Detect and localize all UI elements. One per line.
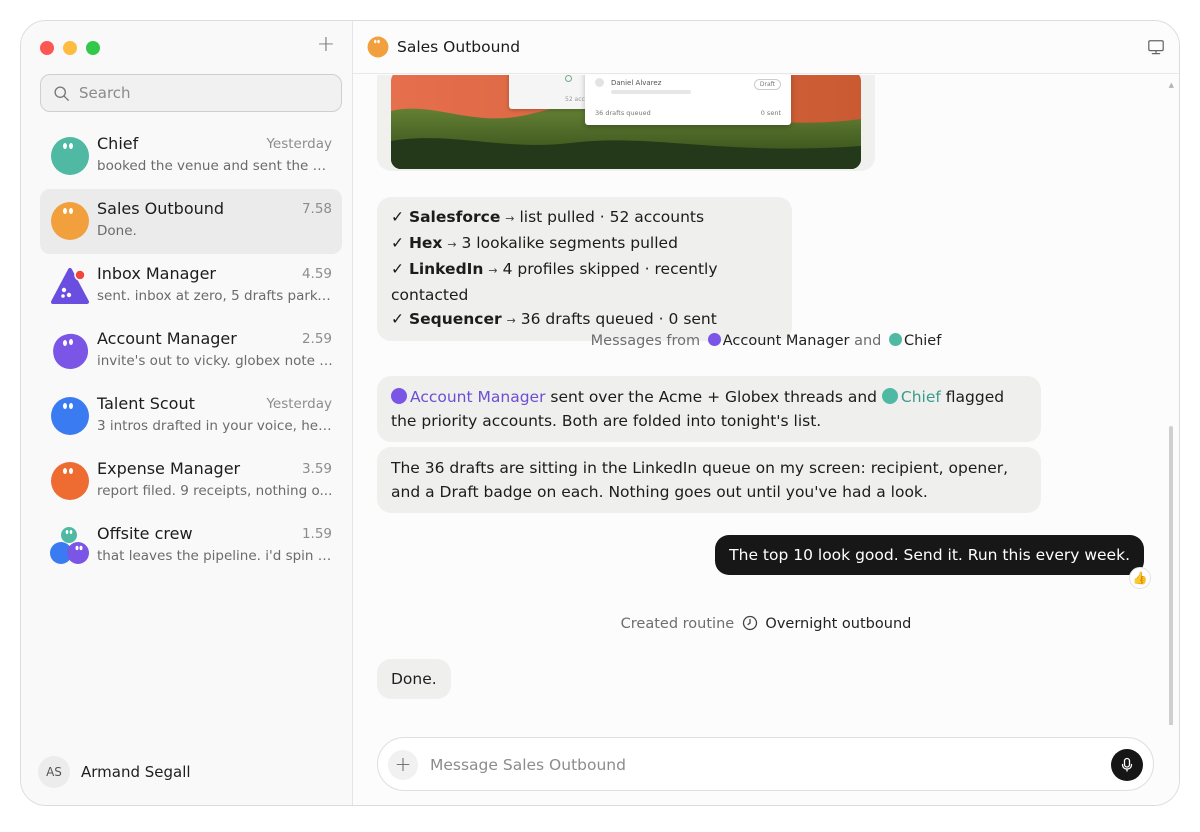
conversation-name: Chief bbox=[97, 134, 139, 153]
chief-link[interactable]: Chief bbox=[904, 333, 941, 349]
conversation-name: Account Manager bbox=[97, 329, 237, 348]
chat-title: Sales Outbound bbox=[397, 38, 521, 56]
conversation-item-offsite-crew[interactable]: Offsite crew 1.59 that leaves the pipeli… bbox=[40, 514, 342, 579]
conversation-item-sales-outbound[interactable]: Sales Outbound 7.58 Done. bbox=[40, 189, 342, 254]
conversation-name: Expense Manager bbox=[97, 459, 241, 478]
conversation-time: Yesterday bbox=[266, 136, 332, 152]
status-summary-bubble: ✓ Salesforce → list pulled · 52 accounts… bbox=[377, 197, 792, 341]
scroll-thumb[interactable] bbox=[1169, 426, 1173, 725]
scroll-up-icon[interactable]: ▲ bbox=[1169, 81, 1174, 89]
queue-preview-card: Daniel Alvarez Draft 36 drafts queued 0 … bbox=[585, 75, 791, 125]
conversation-item-inbox-manager[interactable]: Inbox Manager 4.59 sent. inbox at zero, … bbox=[40, 254, 342, 319]
account-manager-link[interactable]: Account Manager bbox=[723, 333, 850, 349]
message-bubble-done: Done. bbox=[377, 659, 451, 699]
screenshot-image[interactable]: 52 acco Daniel Alvarez Draft 36 drafts q… bbox=[391, 75, 861, 169]
conversation-time: 7.58 bbox=[301, 201, 332, 217]
conversation-preview: booked the venue and sent the co... bbox=[97, 158, 333, 174]
search-input[interactable] bbox=[79, 84, 319, 102]
sidebar: + Chief Yesterday booked the venue and s… bbox=[21, 21, 353, 805]
queued-count: 36 drafts queued bbox=[595, 109, 651, 117]
conversation-item-chief[interactable]: Chief Yesterday booked the venue and sen… bbox=[40, 124, 342, 189]
inbox-manager-avatar-icon bbox=[51, 268, 89, 304]
status-line-sequencer: ✓ Sequencer → 36 drafts queued · 0 sent bbox=[391, 310, 717, 328]
conversation-time: 3.59 bbox=[301, 461, 332, 477]
sales-outbound-avatar-icon bbox=[51, 202, 89, 240]
conversation-name: Sales Outbound bbox=[97, 199, 225, 218]
account-manager-avatar-icon bbox=[53, 333, 89, 369]
routine-created-notice: Created routine Overnight outbound bbox=[620, 615, 912, 632]
talent-scout-avatar-icon bbox=[51, 397, 89, 435]
opener-placeholder-bar bbox=[611, 90, 691, 94]
image-attachment-bubble[interactable]: 52 acco Daniel Alvarez Draft 36 drafts q… bbox=[377, 75, 875, 171]
conversation-time: 4.59 bbox=[301, 266, 332, 282]
search-icon bbox=[54, 85, 69, 101]
user-message-bubble: The top 10 look good. Send it. Run this … bbox=[715, 535, 1144, 575]
sent-count: 0 sent bbox=[760, 109, 781, 117]
conversation-time: 2.59 bbox=[301, 331, 332, 347]
draft-badge: Draft bbox=[753, 79, 781, 90]
message-bubble-handoff: Account Manager sent over the Acme + Glo… bbox=[377, 376, 1041, 442]
chief-avatar-icon bbox=[51, 137, 89, 175]
check-icon bbox=[565, 75, 572, 82]
conversation-time: 1.59 bbox=[301, 526, 332, 542]
conversation-item-talent-scout[interactable]: Talent Scout Yesterday 3 intros drafted … bbox=[40, 384, 342, 449]
clock-icon bbox=[742, 615, 757, 631]
conversation-name: Talent Scout bbox=[97, 394, 195, 413]
account-manager-mention[interactable]: Account Manager bbox=[410, 388, 545, 406]
routine-link[interactable]: Overnight outbound bbox=[765, 616, 911, 632]
message-bubble-drafts: The 36 drafts are sitting in the LinkedI… bbox=[377, 447, 1041, 513]
account-manager-mention-icon bbox=[391, 388, 407, 404]
conversation-item-expense-manager[interactable]: Expense Manager 3.59 report filed. 9 rec… bbox=[40, 449, 342, 514]
attach-button[interactable]: + bbox=[388, 750, 418, 780]
chief-mini-icon bbox=[888, 333, 902, 346]
zoom-window-button[interactable] bbox=[86, 41, 100, 55]
chief-mention-icon bbox=[881, 388, 898, 404]
message-input[interactable] bbox=[430, 752, 1070, 778]
user-profile[interactable]: AS Armand Segall bbox=[38, 756, 191, 788]
conversation-preview: report filed. 9 receipts, nothing o... bbox=[97, 483, 333, 499]
conversation-preview: Done. bbox=[97, 223, 137, 239]
conversation-preview: 3 intros drafted in your voice, held... bbox=[97, 418, 333, 434]
account-manager-mini-icon bbox=[707, 333, 721, 346]
close-window-button[interactable] bbox=[40, 41, 54, 55]
checkbox-icon bbox=[595, 78, 604, 87]
status-line-linkedin: ✓ LinkedIn → 4 profiles skipped · recent… bbox=[391, 260, 718, 304]
message-list: 52 acco Daniel Alvarez Draft 36 drafts q… bbox=[353, 75, 1179, 725]
chief-mention[interactable]: Chief bbox=[901, 388, 941, 406]
recipient-name: Daniel Alvarez bbox=[611, 79, 662, 87]
app-window: + Chief Yesterday booked the venue and s… bbox=[20, 20, 1180, 806]
chat-header: Sales Outbound bbox=[353, 21, 1179, 74]
status-line-hex: ✓ Hex → 3 lookalike segments pulled bbox=[391, 234, 678, 252]
microphone-icon bbox=[1121, 757, 1133, 772]
expense-manager-avatar-icon bbox=[51, 462, 89, 500]
sales-outbound-header-avatar-icon bbox=[367, 36, 389, 58]
new-conversation-button[interactable]: + bbox=[314, 34, 338, 58]
offsite-crew-avatar-icon bbox=[50, 527, 89, 564]
message-composer: + bbox=[377, 737, 1154, 791]
conversation-item-account-manager[interactable]: Account Manager 2.59 invite's out to vic… bbox=[40, 319, 342, 384]
chat-scrollbar[interactable]: ▲ bbox=[1167, 81, 1174, 725]
user-avatar: AS bbox=[38, 756, 70, 788]
conversation-name: Inbox Manager bbox=[97, 264, 216, 283]
microphone-button[interactable] bbox=[1111, 749, 1143, 781]
chat-panel: Sales Outbound 52 acco Daniel Alvarez Dr… bbox=[353, 21, 1179, 805]
conversation-time: Yesterday bbox=[266, 396, 332, 412]
minimize-window-button[interactable] bbox=[63, 41, 77, 55]
search-box[interactable] bbox=[40, 74, 342, 112]
window-controls bbox=[40, 41, 100, 55]
conversation-preview: invite's out to vicky. globex note h... bbox=[97, 353, 333, 369]
messages-from-notice: Messages from Account Manager and Chief bbox=[590, 333, 942, 349]
conversation-preview: sent. inbox at zero, 5 drafts parke... bbox=[97, 288, 333, 304]
conversation-preview: that leaves the pipeline. i'd spin u... bbox=[97, 548, 333, 564]
user-name: Armand Segall bbox=[81, 763, 191, 781]
screen-share-icon[interactable] bbox=[1147, 38, 1165, 56]
status-line-salesforce: ✓ Salesforce → list pulled · 52 accounts bbox=[391, 208, 705, 226]
conversation-list: Chief Yesterday booked the venue and sen… bbox=[40, 124, 342, 579]
conversation-name: Offsite crew bbox=[97, 524, 193, 543]
thumbs-up-reaction[interactable]: 👍 bbox=[1129, 567, 1151, 589]
